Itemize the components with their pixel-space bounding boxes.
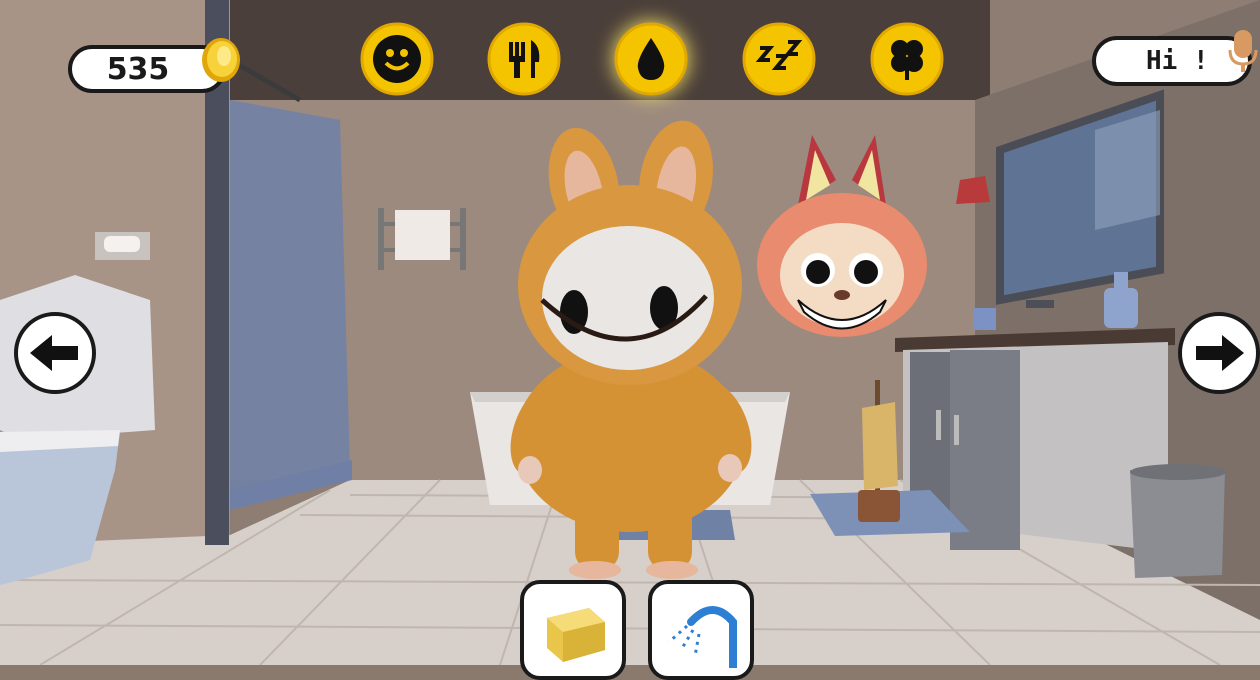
need-happiness-button[interactable] [360,22,434,96]
previous-room-button[interactable] [14,312,96,394]
microphone-icon [1234,30,1252,58]
shower-head-icon [668,606,737,668]
need-sleep-button[interactable] [742,22,816,96]
soap-bar-icon [547,608,605,662]
trash-bin [1130,464,1226,578]
next-room-button[interactable] [1178,312,1260,394]
shower-tool-button[interactable] [648,580,754,680]
bathroom-scene [0,0,1260,665]
microphone-button[interactable] [1226,28,1260,74]
soap-tool-button[interactable] [520,580,626,680]
shower-curtain [230,100,350,490]
left-arrow-icon [30,335,78,371]
need-hygiene-button[interactable] [614,22,688,96]
smiley-icon [373,35,421,83]
coin-count: 535 [106,51,170,87]
toilet-paper-holder [95,232,150,260]
need-luck-button[interactable] [870,22,944,96]
need-food-button[interactable] [487,22,561,96]
right-arrow-icon [1196,335,1244,371]
gold-coin-icon [202,38,240,82]
speech-text: Hi ! [1146,46,1209,76]
wall-lamp [956,176,990,204]
